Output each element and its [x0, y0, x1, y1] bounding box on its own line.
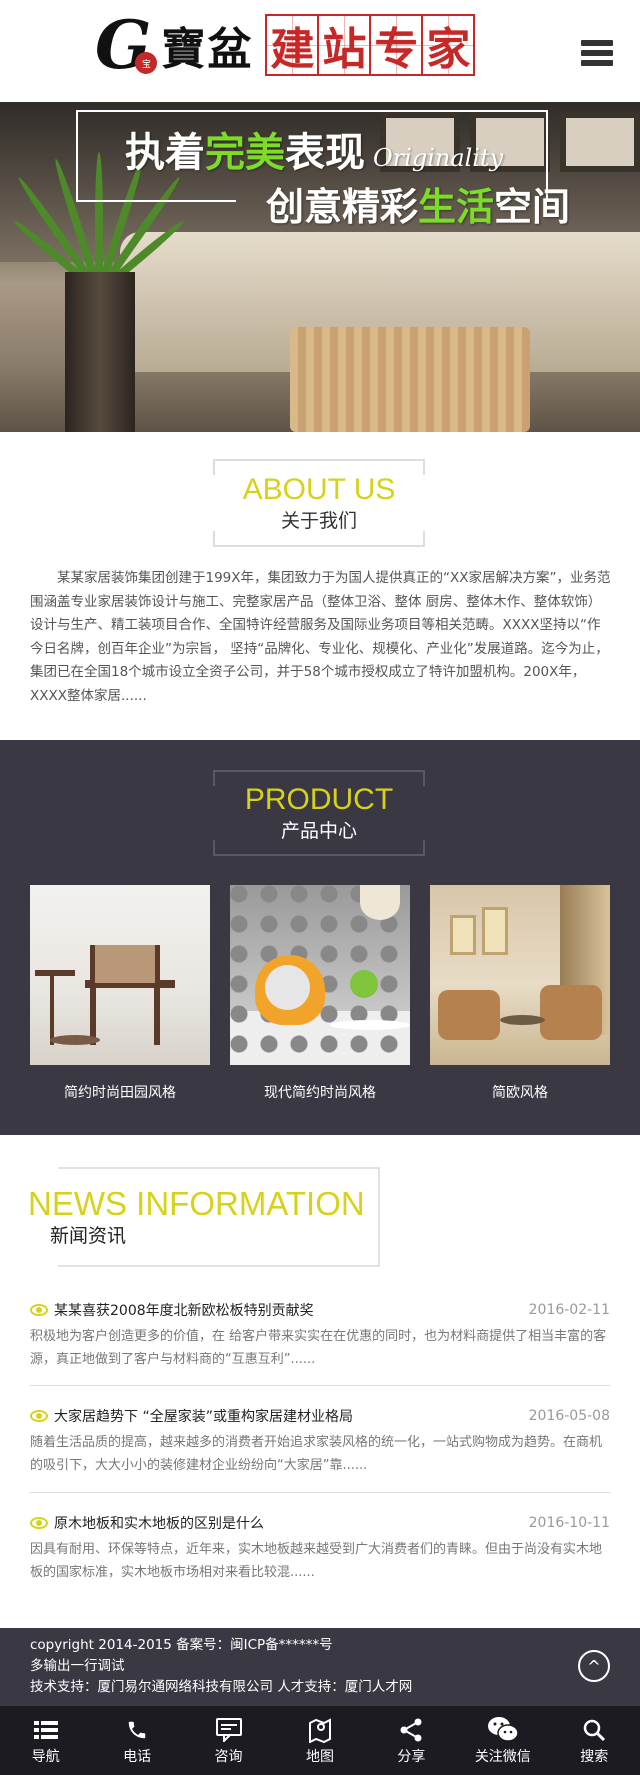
nav-item-label: 关注微信 [474, 1748, 531, 1765]
about-title-en: ABOUT US [242, 473, 396, 506]
product-label[interactable]: 简欧风格 [430, 1082, 610, 1102]
news-item-title[interactable]: 原木地板和实木地板的区别是什么 [54, 1513, 529, 1533]
product-label[interactable]: 简约时尚田园风格 [30, 1082, 210, 1102]
search-icon [582, 1716, 606, 1744]
product-image[interactable] [430, 885, 610, 1065]
nav-item-label: 搜索 [580, 1748, 609, 1765]
nav-item-label: 导航 [31, 1748, 60, 1765]
product-card[interactable]: 现代简约时尚风格 [230, 885, 410, 1102]
news-item-title[interactable]: 某某喜获2008年度北新欧松板特别贡献奖 [54, 1300, 529, 1320]
nav-item-menu[interactable]: 导航 [0, 1706, 91, 1775]
chat-icon [215, 1716, 242, 1744]
banner-picture-frame [560, 112, 640, 172]
phone-icon [126, 1716, 148, 1744]
list-icon [33, 1716, 58, 1744]
nav-item-label: 咨询 [214, 1748, 243, 1765]
nav-item-label: 地图 [305, 1748, 334, 1765]
divider [30, 1492, 610, 1493]
nav-item-share[interactable]: 分享 [366, 1706, 457, 1775]
bottom-nav: 导航 电话 咨询 地图 分享 关注微信 搜索 [0, 1706, 640, 1775]
news-item[interactable]: 某某喜获2008年度北新欧松板特别贡献奖 2016-02-11 积极地为客户创造… [30, 1299, 610, 1371]
back-to-top-button[interactable]: ^ [578, 1650, 610, 1682]
eye-icon [30, 1410, 48, 1422]
divider [30, 1385, 610, 1386]
nav-item-phone[interactable]: 电话 [91, 1706, 182, 1775]
product-image[interactable] [30, 885, 210, 1065]
product-title-cn: 产品中心 [280, 820, 357, 842]
news-item[interactable]: 原木地板和实木地板的区别是什么 2016-10-11 因具有耐用、环保等特点，近… [30, 1512, 610, 1584]
about-text: 某某家居装饰集团创建于199X年，集团致力于为国人提供真正的“XX家居解决方案”… [30, 570, 611, 704]
logo-seal: 宝 [135, 52, 158, 74]
nav-item-consult[interactable]: 咨询 [183, 1706, 274, 1775]
wechat-icon [487, 1716, 519, 1744]
news-item-summary: 随着生活品质的提高，越来越多的消费者开始追求家装风格的统一化，一站式购物成为趋势… [30, 1435, 603, 1473]
header: G 宝 寶盆 建 站 专 家 [0, 0, 640, 102]
nav-item-label: 分享 [397, 1748, 426, 1765]
about-title: ABOUT US 关于我们 [213, 472, 425, 534]
eye-icon [30, 1517, 48, 1529]
footer-copyright: copyright 2014-2015 备案号：闽ICP备******号 [30, 1637, 333, 1653]
banner-plant-pot [65, 272, 135, 432]
news-title-cn: 新闻资讯 [50, 1225, 127, 1247]
banner-table [290, 327, 530, 432]
eye-icon [30, 1304, 48, 1316]
banner-headline-1: 执着完美表现 Originality [125, 130, 504, 176]
product-card[interactable]: 简欧风格 [430, 885, 610, 1102]
logo-slogan-char: 家 [421, 14, 476, 76]
news-title-en: NEWS INFORMATION [28, 1185, 365, 1222]
logo[interactable]: G 宝 寶盆 建 站 专 家 [95, 12, 476, 78]
news-item-date: 2016-05-08 [528, 1408, 610, 1424]
nav-item-wechat[interactable]: 关注微信 [457, 1706, 548, 1775]
logo-slogan-char: 站 [317, 14, 372, 76]
banner-headline-2: 创意精彩生活空间 [266, 185, 571, 229]
product-title: PRODUCT 产品中心 [213, 782, 425, 844]
news-item-title[interactable]: 大家居趋势下 “全屋家装”或重构家居建材业格局 [54, 1406, 529, 1426]
news-item[interactable]: 大家居趋势下 “全屋家装”或重构家居建材业格局 2016-05-08 随着生活品… [30, 1405, 610, 1477]
about-title-cn: 关于我们 [280, 510, 357, 532]
nav-item-search[interactable]: 搜索 [549, 1706, 640, 1775]
map-icon [308, 1716, 332, 1744]
footer: copyright 2014-2015 备案号：闽ICP备******号 多输出… [0, 1628, 640, 1706]
nav-item-label: 电话 [123, 1748, 152, 1765]
share-icon [399, 1716, 423, 1744]
product-image[interactable] [230, 885, 410, 1065]
news-item-summary: 积极地为客户创造更多的价值，在 给客户带来实实在在优惠的同时，也为材料商提供了相… [30, 1329, 607, 1367]
news-item-date: 2016-10-11 [528, 1515, 610, 1531]
footer-debug-line: 多输出一行调试 [30, 1658, 125, 1674]
footer-support: 技术支持：厦门易尔通网络科技有限公司 人才支持：厦门人才网 [30, 1679, 413, 1695]
nav-item-map[interactable]: 地图 [274, 1706, 365, 1775]
banner-frame-line [76, 200, 236, 202]
product-card[interactable]: 简约时尚田园风格 [30, 885, 210, 1102]
logo-slogan: 建 站 专 家 [265, 14, 476, 76]
product-label[interactable]: 现代简约时尚风格 [230, 1082, 410, 1102]
logo-slogan-char: 专 [369, 14, 424, 76]
menu-icon[interactable] [581, 40, 613, 66]
logo-brand: 寶盆 [161, 24, 254, 75]
product-title-en: PRODUCT [244, 783, 394, 816]
product-section: PRODUCT 产品中心 简约时尚田园风格 现代简约时尚风格 简欧风格 [0, 740, 640, 1135]
logo-slogan-char: 建 [265, 14, 320, 76]
news-item-summary: 因具有耐用、环保等特点，近年来，实木地板越来越受到广大消费者们的青睐。但由于尚没… [30, 1542, 603, 1580]
news-item-date: 2016-02-11 [528, 1302, 610, 1318]
